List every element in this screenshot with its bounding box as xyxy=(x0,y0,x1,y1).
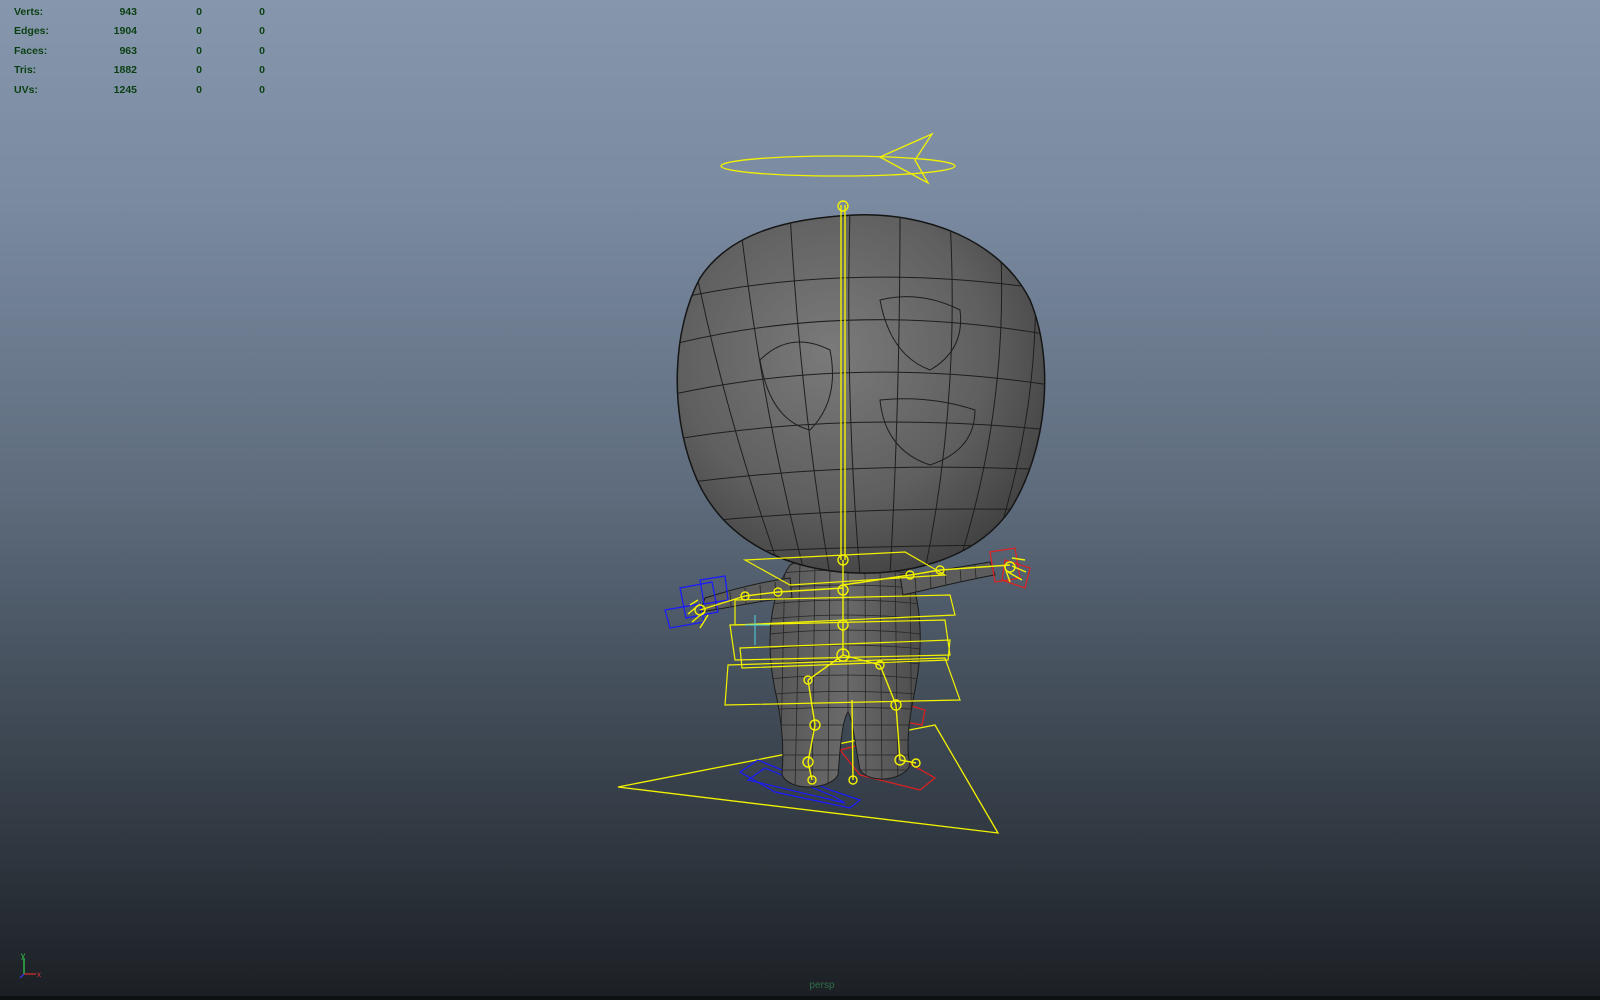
view-axis-icon: y x xyxy=(19,951,41,979)
helper-locator xyxy=(745,615,770,645)
character-head-mesh[interactable] xyxy=(670,210,1050,575)
viewport-persp[interactable]: Verts: 943 0 0 Edges: 1904 0 0 Faces: 96… xyxy=(0,0,1600,996)
left-hand-control[interactable] xyxy=(664,575,729,629)
head-control[interactable] xyxy=(720,132,956,185)
scene-canvas[interactable] xyxy=(0,0,1600,996)
viewport-bottom-border xyxy=(0,996,1600,1000)
axis-y-label: y xyxy=(21,951,25,960)
axis-x-label: x xyxy=(37,970,41,979)
camera-name-label: persp xyxy=(809,980,835,991)
